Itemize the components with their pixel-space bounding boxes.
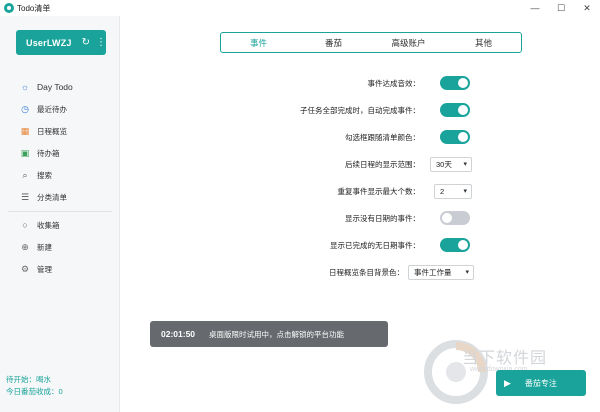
- completion-sound-toggle[interactable]: [440, 76, 470, 90]
- repeat-max-select[interactable]: 2 ▾: [434, 184, 472, 199]
- setting-row: 勾选框跟随清单颜色：: [120, 128, 420, 146]
- list-icon: ☰: [20, 191, 30, 202]
- auto-complete-toggle[interactable]: [440, 103, 470, 117]
- sidebar-item-label: 最近待办: [37, 104, 67, 114]
- chevron-down-icon: ▾: [465, 269, 469, 276]
- focus-button-label: 番茄专注: [524, 378, 557, 388]
- trial-toast[interactable]: 02:01:50 桌面版限时试用中，点击解锁的平台功能: [150, 321, 388, 347]
- main-panel: 事件 番茄 高级账户 其他 事件达成音效： 子任务全部完成时，自动完成事件： 勾…: [120, 16, 600, 412]
- sidebar-item-day-todo[interactable]: ☼ Day Todo: [0, 76, 120, 98]
- sidebar-item-label: 新建: [37, 242, 52, 252]
- sidebar-item-label: 分类清单: [37, 192, 67, 202]
- watermark-text: 当下软件园: [462, 348, 548, 367]
- setting-label: 重复事件显示最大个数：: [337, 186, 421, 196]
- sidebar-item-label: 日程概览: [37, 126, 67, 136]
- setting-row: 事件达成音效：: [120, 74, 421, 92]
- title-bar: Todo清单 — ☐ ✕: [0, 0, 600, 16]
- tab-other[interactable]: 其他: [446, 33, 521, 52]
- toast-time: 02:01:50: [161, 329, 196, 339]
- sidebar: UserLWZJ ↻ ⋮ ☼ Day Todo ◷ 最近待办 ▦ 日程概览 ▣ …: [0, 16, 120, 412]
- window-controls: — ☐ ✕: [522, 0, 600, 16]
- sidebar-item-inbox[interactable]: ▣ 待办箱: [0, 142, 120, 164]
- setting-row: 后续日程的显示范围：: [120, 155, 420, 173]
- sidebar-item-search[interactable]: ⌕ 搜索: [0, 164, 120, 186]
- setting-row: 显示没有日期的事件：: [120, 209, 420, 227]
- settings-tabs: 事件 番茄 高级账户 其他: [220, 32, 522, 53]
- setting-label: 勾选框跟随清单颜色：: [345, 132, 420, 142]
- select-value: 30天: [436, 160, 452, 169]
- maximize-button[interactable]: ☐: [548, 0, 574, 16]
- search-icon: ⌕: [22, 169, 28, 180]
- nav-divider: [8, 211, 112, 212]
- sidebar-item-label: Day Todo: [37, 82, 73, 92]
- sidebar-item-schedule[interactable]: ▦ 日程概览: [0, 120, 120, 142]
- inbox-icon: ▣: [20, 147, 30, 158]
- sidebar-item-categories[interactable]: ☰ 分类清单: [0, 186, 120, 208]
- select-value: 2: [440, 187, 445, 196]
- chevron-down-icon: ▾: [463, 188, 467, 195]
- close-button[interactable]: ✕: [574, 0, 600, 16]
- app-logo-icon: [4, 3, 14, 13]
- chevron-down-icon: ▾: [463, 161, 467, 168]
- sidebar-item-label: 搜索: [37, 170, 52, 180]
- play-icon: ▶: [504, 377, 511, 388]
- setting-row: 日程概览条目背景色：: [120, 263, 404, 281]
- nav-list: ☼ Day Todo ◷ 最近待办 ▦ 日程概览 ▣ 待办箱 ⌕ 搜索 ☰ 分类…: [0, 76, 120, 280]
- clock-icon: ◷: [21, 103, 29, 114]
- more-vertical-icon[interactable]: ⋮: [96, 37, 106, 48]
- sidebar-item-label: 待办箱: [37, 148, 60, 158]
- tab-events[interactable]: 事件: [221, 33, 296, 52]
- schedule-range-select[interactable]: 30天 ▾: [430, 157, 472, 172]
- setting-label: 显示没有日期的事件：: [345, 213, 420, 223]
- pomodoro-focus-button[interactable]: ▶ 番茄专注: [496, 370, 586, 396]
- show-completed-undated-toggle[interactable]: [440, 238, 470, 252]
- overview-bg-select[interactable]: 事件工作量 ▾: [408, 265, 474, 280]
- next-task-text: 待开始：喝水: [6, 375, 51, 384]
- setting-label: 后续日程的显示范围：: [345, 159, 420, 169]
- sidebar-footer: 待开始：喝水 今日番茄收成：0: [0, 374, 120, 398]
- sidebar-item-recent[interactable]: ◷ 最近待办: [0, 98, 120, 120]
- sidebar-item-new[interactable]: ⊕ 新建: [0, 236, 120, 258]
- circle-icon: ○: [22, 220, 28, 230]
- sun-icon: ☼: [20, 82, 30, 92]
- sidebar-item-label: 管理: [37, 264, 52, 274]
- select-value: 事件工作量: [414, 268, 452, 277]
- checkbox-color-toggle[interactable]: [440, 130, 470, 144]
- show-undated-toggle[interactable]: [440, 211, 470, 225]
- add-circle-icon: ⊕: [21, 241, 29, 252]
- sidebar-item-label: 收集箱: [37, 220, 60, 230]
- setting-label: 子任务全部完成时，自动完成事件：: [300, 105, 420, 115]
- calendar-icon: ▦: [20, 125, 30, 136]
- tab-pomodoro[interactable]: 番茄: [296, 33, 371, 52]
- gear-icon: ⚙: [20, 263, 30, 274]
- user-name: UserLWZJ: [26, 37, 72, 48]
- setting-row: 子任务全部完成时，自动完成事件：: [120, 101, 420, 119]
- setting-label: 事件达成音效：: [367, 78, 421, 88]
- minimize-button[interactable]: —: [522, 0, 548, 16]
- toast-message: 桌面版限时试用中，点击解锁的平台功能: [209, 329, 345, 339]
- tab-premium[interactable]: 高级账户: [371, 33, 446, 52]
- sync-icon[interactable]: ↻: [82, 37, 90, 48]
- sidebar-item-collect[interactable]: ○ 收集箱: [0, 214, 120, 236]
- setting-row: 显示已完成的无日期事件：: [120, 236, 420, 254]
- pomodoro-count-text: 今日番茄收成：0: [6, 387, 63, 396]
- setting-row: 重复事件显示最大个数：: [120, 182, 421, 200]
- sidebar-item-manage[interactable]: ⚙ 管理: [0, 258, 120, 280]
- setting-label: 日程概览条目背景色：: [329, 267, 404, 277]
- user-card[interactable]: UserLWZJ ↻ ⋮: [16, 30, 106, 55]
- setting-label: 显示已完成的无日期事件：: [330, 240, 420, 250]
- window-title: Todo清单: [17, 3, 51, 13]
